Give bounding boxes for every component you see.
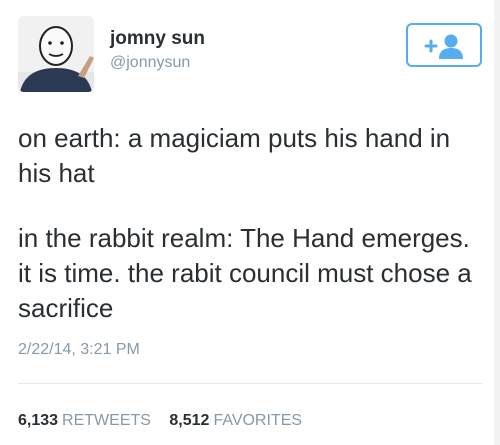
- scrollbar[interactable]: [494, 0, 500, 445]
- tweet-card: jomny sun @jonnysun on earth: a magiciam…: [0, 0, 500, 445]
- tweet-stats: 6,133 RETWEETS 8,512 FAVORITES: [18, 412, 302, 430]
- retweets-stat[interactable]: 6,133 RETWEETS: [18, 412, 151, 430]
- avatar[interactable]: [18, 16, 94, 92]
- tweet-text-paragraph: in the rabbit realm: The Hand emerges. i…: [18, 223, 472, 323]
- tweet-text-paragraph: on earth: a magiciam puts his hand in hi…: [18, 123, 451, 188]
- tweet-timestamp[interactable]: 2/22/14, 3:21 PM: [18, 341, 140, 359]
- user-handle[interactable]: @jonnysun: [110, 54, 190, 72]
- favorites-label: FAVORITES: [213, 412, 303, 429]
- retweets-label: RETWEETS: [62, 412, 151, 429]
- retweets-count: 6,133: [18, 412, 59, 429]
- add-user-icon: [424, 34, 463, 59]
- favorites-stat[interactable]: 8,512 FAVORITES: [169, 412, 302, 430]
- favorites-count: 8,512: [169, 412, 210, 429]
- follow-button[interactable]: [406, 23, 482, 67]
- divider: [18, 383, 482, 384]
- avatar-image: [18, 16, 94, 92]
- display-name[interactable]: jomny sun: [110, 28, 205, 50]
